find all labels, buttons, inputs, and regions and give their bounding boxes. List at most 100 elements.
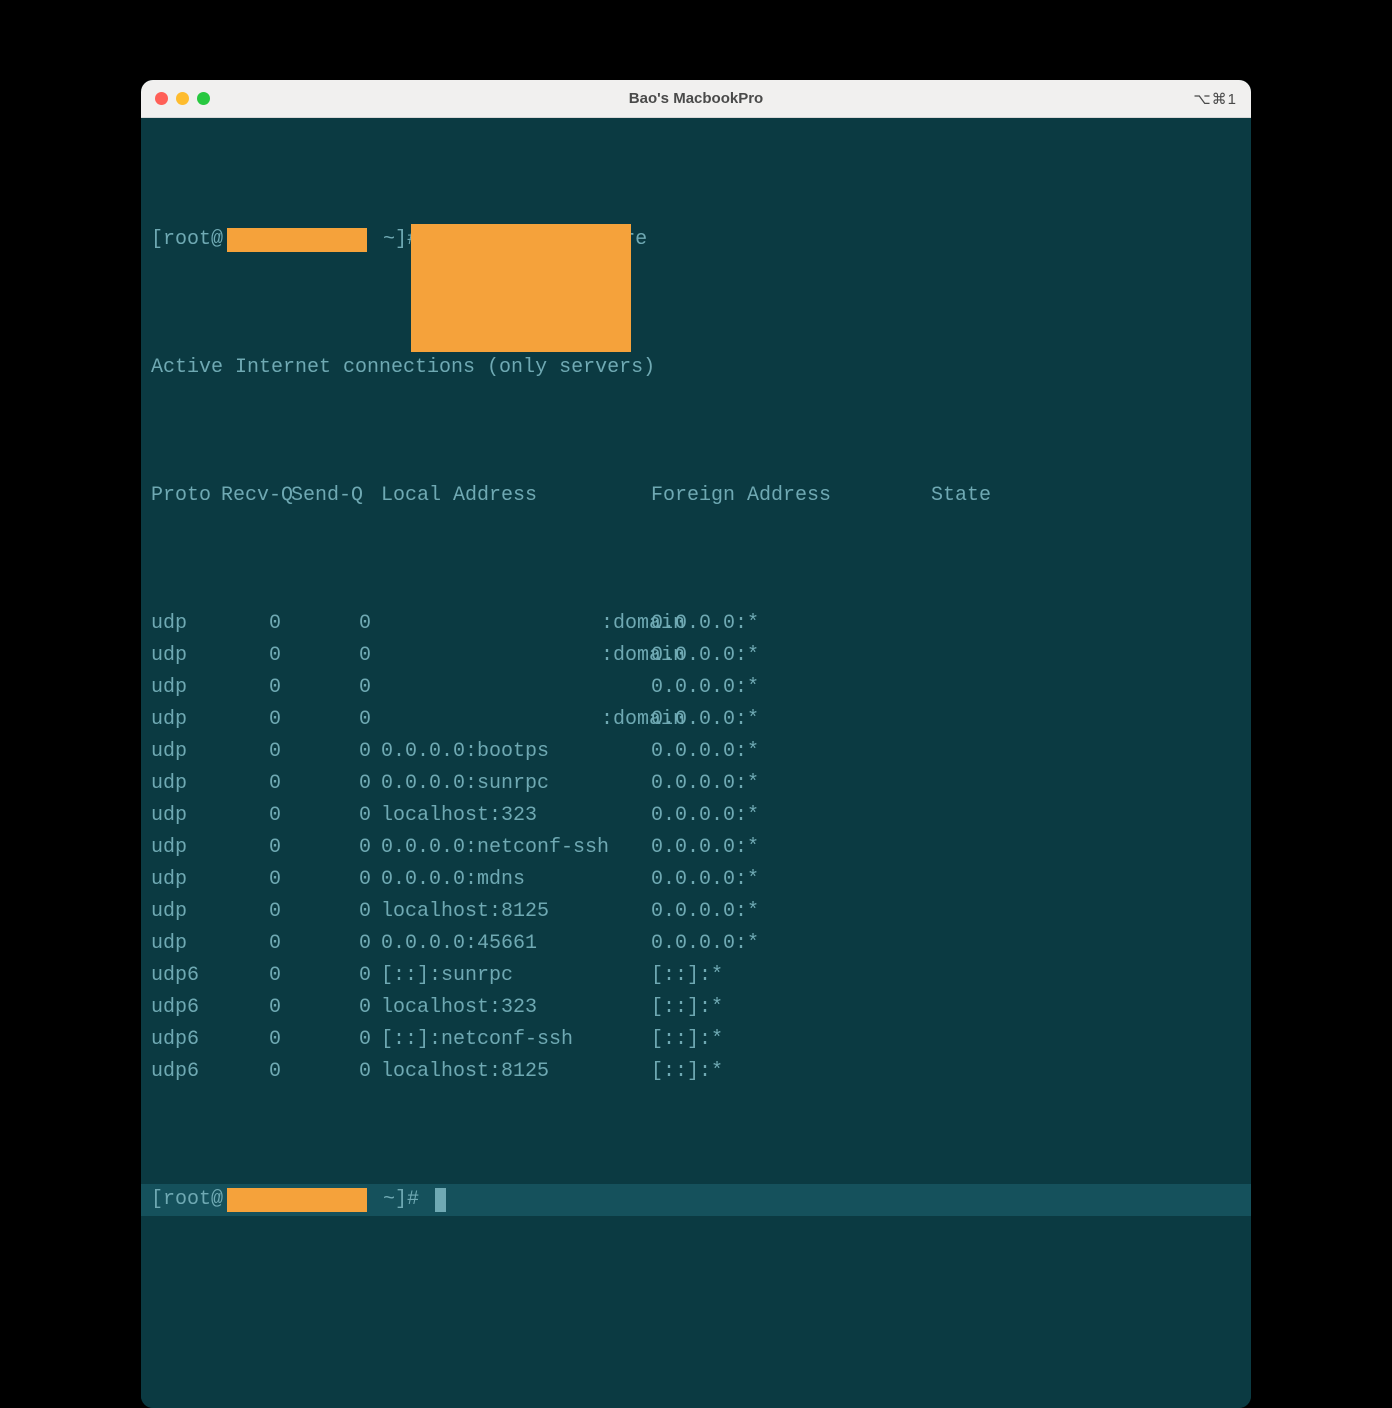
cell-sendq: 0 [291, 672, 381, 704]
col-foreign: Foreign Address [651, 480, 931, 512]
cell-proto: udp [151, 832, 221, 864]
cell-recvq: 0 [221, 896, 291, 928]
cell-proto: udp [151, 640, 221, 672]
cell-recvq: 0 [221, 992, 291, 1024]
cell-foreign: 0.0.0.0:* [651, 832, 931, 864]
minimize-icon[interactable] [176, 92, 189, 105]
cell-local [381, 672, 651, 704]
cell-local: localhost:323 [381, 992, 651, 1024]
titlebar[interactable]: Bao's MacbookPro ⌥⌘1 [141, 80, 1251, 118]
cell-local: 0.0.0.0:bootps [381, 736, 651, 768]
cell-local: :domain [381, 640, 651, 672]
cell-proto: udp [151, 864, 221, 896]
cell-sendq: 0 [291, 768, 381, 800]
redacted-hostname [227, 228, 367, 252]
cell-local: localhost:323 [381, 800, 651, 832]
cell-sendq: 0 [291, 832, 381, 864]
table-row: udp000.0.0.0:mdns0.0.0.0:* [141, 864, 1251, 896]
redacted-addresses-block [411, 224, 631, 352]
cell-recvq: 0 [221, 832, 291, 864]
cell-foreign: 0.0.0.0:* [651, 736, 931, 768]
table-row: udp600[::]:sunrpc[::]:* [141, 960, 1251, 992]
col-sendq: Send-Q [291, 480, 381, 512]
cell-recvq: 0 [221, 672, 291, 704]
cell-foreign: [::]:* [651, 992, 931, 1024]
cell-foreign: 0.0.0.0:* [651, 672, 931, 704]
column-header-row: ProtoRecv-QSend-QLocal AddressForeign Ad… [141, 480, 1251, 512]
cell-foreign: 0.0.0.0:* [651, 800, 931, 832]
cell-foreign: [::]:* [651, 1056, 931, 1088]
output-header-line: Active Internet connections (only server… [141, 352, 1251, 384]
table-row: udp00:domain0.0.0.0:* [141, 640, 1251, 672]
table-row: udp00:domain0.0.0.0:* [141, 608, 1251, 640]
cell-local: localhost:8125 [381, 896, 651, 928]
table-row: udp600[::]:netconf-ssh[::]:* [141, 1024, 1251, 1056]
cell-proto: udp [151, 704, 221, 736]
table-row: udp000.0.0.0:sunrpc0.0.0.0:* [141, 768, 1251, 800]
cell-foreign: 0.0.0.0:* [651, 928, 931, 960]
table-row: udp600localhost:323[::]:* [141, 992, 1251, 1024]
cell-proto: udp [151, 736, 221, 768]
cell-recvq: 0 [221, 704, 291, 736]
redacted-hostname [227, 1188, 367, 1212]
cell-local: 0.0.0.0:45661 [381, 928, 651, 960]
cell-local: :domain [381, 608, 651, 640]
cell-sendq: 0 [291, 992, 381, 1024]
col-proto: Proto [151, 480, 221, 512]
cell-local: 0.0.0.0:mdns [381, 864, 651, 896]
cell-sendq: 0 [291, 1024, 381, 1056]
table-row: udp000.0.0.0:bootps0.0.0.0:* [141, 736, 1251, 768]
table-row: udp000.0.0.0:* [141, 672, 1251, 704]
cell-proto: udp [151, 896, 221, 928]
table-row: udp00:domain0.0.0.0:* [141, 704, 1251, 736]
cell-foreign: [::]:* [651, 960, 931, 992]
cell-sendq: 0 [291, 640, 381, 672]
cell-local: :domain [381, 704, 651, 736]
cell-recvq: 0 [221, 1056, 291, 1088]
col-state: State [931, 480, 1241, 512]
prompt-line-1: [root@ ~]# netstat -lu | more [141, 224, 1251, 256]
cell-foreign: 0.0.0.0:* [651, 768, 931, 800]
cell-recvq: 0 [221, 736, 291, 768]
cell-foreign: 0.0.0.0:* [651, 704, 931, 736]
cell-foreign: 0.0.0.0:* [651, 640, 931, 672]
table-row: udp000.0.0.0:456610.0.0.0:* [141, 928, 1251, 960]
cell-local: [::]:netconf-ssh [381, 1024, 651, 1056]
cell-sendq: 0 [291, 864, 381, 896]
cell-sendq: 0 [291, 608, 381, 640]
cell-recvq: 0 [221, 1024, 291, 1056]
cell-foreign: [::]:* [651, 1024, 931, 1056]
cell-recvq: 0 [221, 640, 291, 672]
terminal-body[interactable]: [root@ ~]# netstat -lu | more Active Int… [141, 118, 1251, 1408]
zoom-icon[interactable] [197, 92, 210, 105]
cell-foreign: 0.0.0.0:* [651, 608, 931, 640]
terminal-window: Bao's MacbookPro ⌥⌘1 [root@ ~]# netstat … [141, 80, 1251, 1408]
cursor [435, 1188, 446, 1212]
cell-recvq: 0 [221, 960, 291, 992]
cell-proto: udp6 [151, 992, 221, 1024]
cell-sendq: 0 [291, 704, 381, 736]
prompt-line-2[interactable]: [root@ ~]# [141, 1184, 1251, 1216]
cell-sendq: 0 [291, 960, 381, 992]
cell-local: 0.0.0.0:netconf-ssh [381, 832, 651, 864]
cell-proto: udp [151, 928, 221, 960]
cell-recvq: 0 [221, 800, 291, 832]
col-recvq: Recv-Q [221, 480, 291, 512]
cell-proto: udp [151, 672, 221, 704]
cell-local: localhost:8125 [381, 1056, 651, 1088]
cell-recvq: 0 [221, 768, 291, 800]
cell-recvq: 0 [221, 864, 291, 896]
cell-local: 0.0.0.0:sunrpc [381, 768, 651, 800]
cell-proto: udp [151, 800, 221, 832]
cell-sendq: 0 [291, 1056, 381, 1088]
table-row: udp00localhost:81250.0.0.0:* [141, 896, 1251, 928]
prompt-prefix: [root@ [151, 224, 223, 256]
prompt-prefix: [root@ [151, 1184, 223, 1216]
window-title: Bao's MacbookPro [141, 90, 1251, 107]
cell-recvq: 0 [221, 608, 291, 640]
cell-foreign: 0.0.0.0:* [651, 864, 931, 896]
cell-local: [::]:sunrpc [381, 960, 651, 992]
cell-proto: udp6 [151, 1056, 221, 1088]
traffic-lights [155, 92, 210, 105]
close-icon[interactable] [155, 92, 168, 105]
